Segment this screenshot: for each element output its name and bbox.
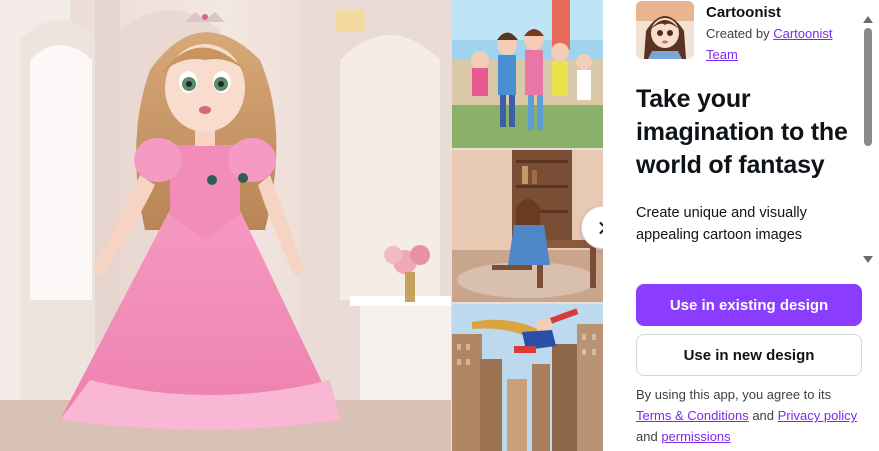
preview-gallery bbox=[0, 0, 603, 451]
terms-and-1: and bbox=[748, 408, 778, 423]
scroll-down-arrow-icon[interactable] bbox=[863, 256, 873, 263]
thumbnail-superhero-city[interactable] bbox=[452, 304, 603, 451]
scrollbar-thumb[interactable] bbox=[864, 28, 872, 146]
created-by-label: Created by bbox=[706, 26, 774, 41]
scroll-up-arrow-icon[interactable] bbox=[863, 16, 873, 23]
app-credit: Created by Cartoonist Team bbox=[706, 23, 851, 65]
app-avatar bbox=[636, 1, 694, 59]
thumbnail-kids-cheering[interactable] bbox=[452, 0, 603, 148]
app-header: Cartoonist Created by Cartoonist Team bbox=[636, 1, 851, 65]
terms-notice: By using this app, you agree to its Term… bbox=[636, 384, 866, 447]
app-details-panel: Cartoonist Created by Cartoonist Team Ta… bbox=[603, 0, 879, 451]
app-description-scroll-area[interactable]: Take your imagination to the world of fa… bbox=[636, 80, 864, 271]
use-in-new-design-button[interactable]: Use in new design bbox=[636, 334, 862, 376]
chevron-right-icon bbox=[599, 221, 603, 234]
use-in-existing-design-button[interactable]: Use in existing design bbox=[636, 284, 862, 326]
app-headline: Take your imagination to the world of fa… bbox=[636, 85, 848, 179]
terms-link[interactable]: Terms & Conditions bbox=[636, 408, 749, 423]
terms-prefix: By using this app, you agree to its bbox=[636, 387, 832, 402]
terms-and-2: and bbox=[636, 429, 662, 444]
hero-image-princess bbox=[0, 0, 451, 451]
app-description: Create unique and visually appealing car… bbox=[636, 205, 807, 243]
privacy-policy-link[interactable]: Privacy policy bbox=[778, 408, 857, 423]
permissions-link[interactable]: permissions bbox=[661, 429, 730, 444]
app-meta: Cartoonist Created by Cartoonist Team bbox=[706, 1, 851, 65]
description-scrollbar[interactable] bbox=[863, 16, 873, 266]
app-name: Cartoonist bbox=[706, 4, 781, 21]
